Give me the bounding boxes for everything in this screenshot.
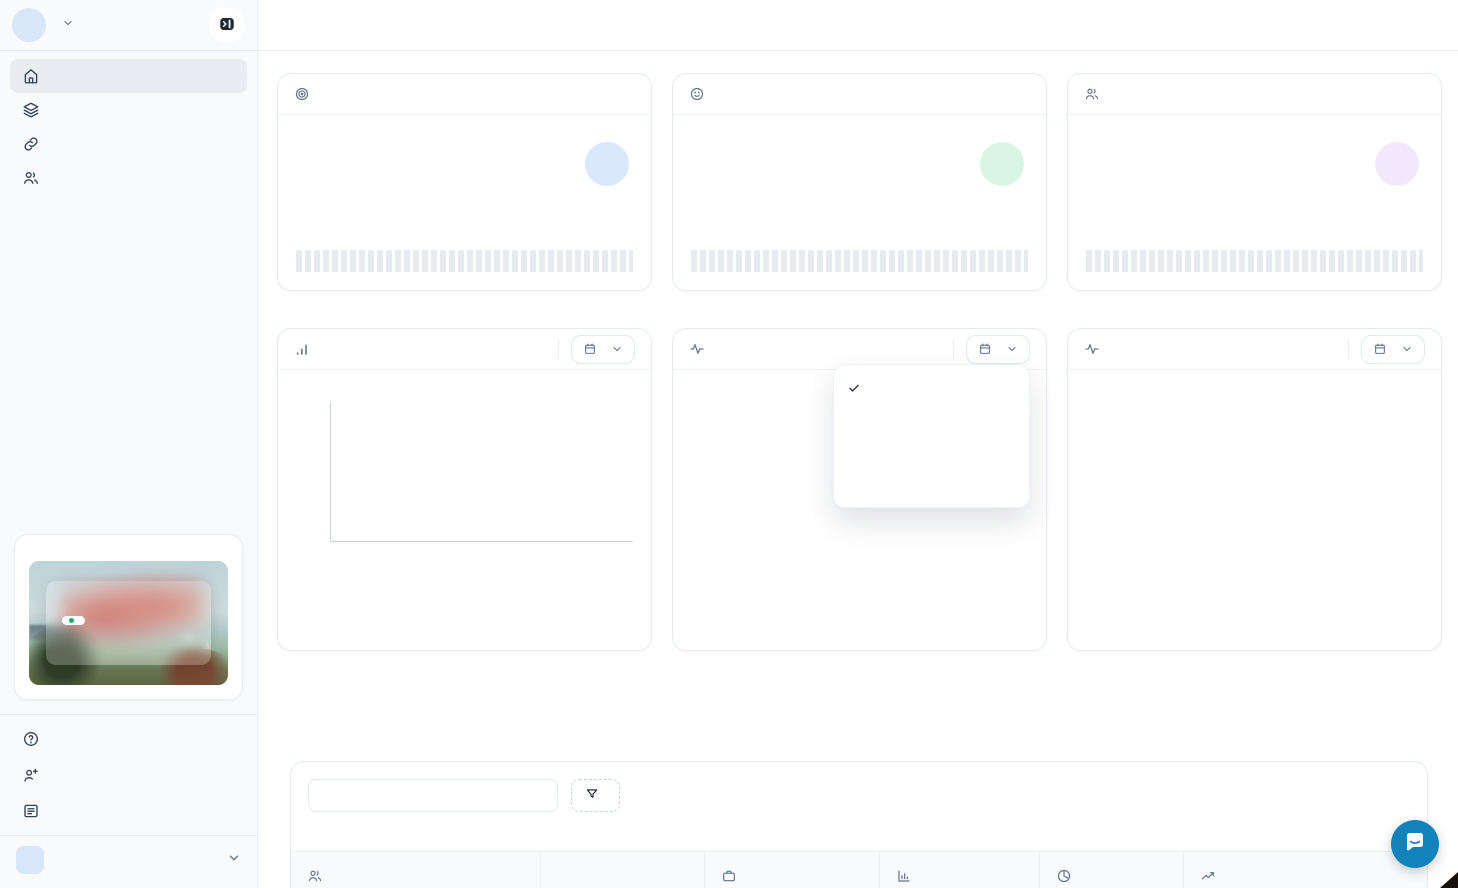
help-icon [22, 730, 40, 748]
date-range-button[interactable] [571, 335, 635, 364]
calendar-icon [1373, 342, 1387, 356]
sidebar-item-changelog[interactable] [10, 793, 247, 829]
sidebar-item-retours[interactable] [10, 127, 247, 161]
column-header-user [291, 852, 541, 888]
trend-up-icon [1200, 868, 1216, 884]
briefcase-icon [721, 868, 737, 884]
divider [953, 339, 954, 359]
sidebar-item-tableau-de-bord[interactable] [10, 59, 247, 93]
progress-bar [296, 250, 633, 272]
responses-distribution-chart-card [1067, 328, 1442, 651]
table-header-row [291, 851, 1427, 888]
users-icon [22, 169, 40, 187]
team-satisfaction-card [1067, 73, 1442, 291]
column-header-participation [880, 852, 1040, 888]
chat-widget-button[interactable] [1391, 820, 1439, 868]
sidebar-nav [0, 51, 257, 195]
column-header-position [705, 852, 880, 888]
target-emoji-icon [585, 142, 629, 186]
wellbeing-card [672, 73, 1047, 291]
panel-collapse-icon [218, 15, 236, 36]
promo-overlay-card [46, 581, 211, 665]
green-dot-icon [69, 618, 74, 623]
engagement-chart-card [277, 328, 652, 651]
link-icon [22, 135, 40, 153]
chat-icon [1403, 830, 1427, 859]
date-range-dropdown-menu [833, 364, 1030, 508]
funnel-icon [585, 787, 599, 804]
sidebar [0, 0, 258, 888]
date-range-button[interactable] [1361, 335, 1425, 364]
top-bar [258, 0, 1458, 51]
engagement-score-card [277, 73, 652, 291]
sidebar-collapse-button[interactable] [209, 7, 245, 43]
menu-item-last-30-days[interactable] [834, 436, 1029, 468]
chevron-down-icon [1006, 343, 1018, 355]
activity-icon [1084, 341, 1100, 357]
chevron-down-icon [62, 16, 74, 34]
bar-chart-icon [294, 341, 310, 357]
changelog-icon [22, 802, 40, 820]
mouse-cursor [1440, 872, 1458, 888]
menu-item-custom-range[interactable] [834, 468, 1029, 500]
bar-chart [296, 402, 633, 566]
menu-item-last-7-days[interactable] [834, 372, 1029, 404]
busts-emoji-icon [1375, 142, 1419, 186]
sidebar-user-row [0, 0, 257, 50]
chevron-down-icon [611, 343, 623, 355]
workspace-switcher[interactable] [0, 836, 257, 888]
layers-icon [22, 101, 40, 119]
home-icon [22, 67, 40, 85]
authentication-promo-card[interactable] [14, 534, 243, 700]
chevron-down-icon [1401, 343, 1413, 355]
sidebar-section-teams [0, 195, 257, 215]
smile-emoji-icon [980, 142, 1024, 186]
news-badge [62, 616, 85, 625]
users-icon [1084, 86, 1100, 102]
employees-table-card [290, 761, 1428, 888]
pie-chart-icon [1056, 868, 1072, 884]
progress-bar [1086, 250, 1423, 272]
smile-icon [689, 86, 705, 102]
target-icon [294, 86, 310, 102]
calendar-icon [583, 342, 597, 356]
calendar-icon [978, 342, 992, 356]
app-root [0, 0, 1458, 888]
sidebar-item-help[interactable] [10, 721, 247, 757]
user-plus-icon [22, 766, 40, 784]
avatar[interactable] [12, 8, 46, 42]
search-input[interactable] [308, 779, 558, 812]
bar-chart-axis-icon [896, 868, 912, 884]
column-header-team [541, 852, 706, 888]
menu-item-yesterday[interactable] [834, 404, 1029, 436]
chevron-down-icon [227, 851, 241, 870]
progress-bar [691, 250, 1028, 272]
divider [1348, 339, 1349, 359]
radar-chart [1086, 402, 1423, 572]
column-header-performance [1040, 852, 1185, 888]
sidebar-item-teams[interactable] [10, 161, 247, 195]
sidebar-item-marketing[interactable] [0, 215, 257, 251]
divider [558, 339, 559, 359]
users-icon [307, 868, 323, 884]
main-content [258, 0, 1458, 888]
table-toolbar [291, 762, 1427, 812]
column-header-tasks [1184, 852, 1427, 888]
date-range-button[interactable] [966, 335, 1030, 364]
filters-button[interactable] [571, 779, 620, 812]
activity-icon [689, 341, 705, 357]
check-icon [847, 381, 861, 395]
sidebar-footer [0, 715, 257, 835]
sidebar-item-sondages[interactable] [10, 93, 247, 127]
promo-image [29, 561, 228, 685]
sidebar-item-invite-teammates[interactable] [10, 757, 247, 793]
workspace-avatar [16, 846, 44, 874]
